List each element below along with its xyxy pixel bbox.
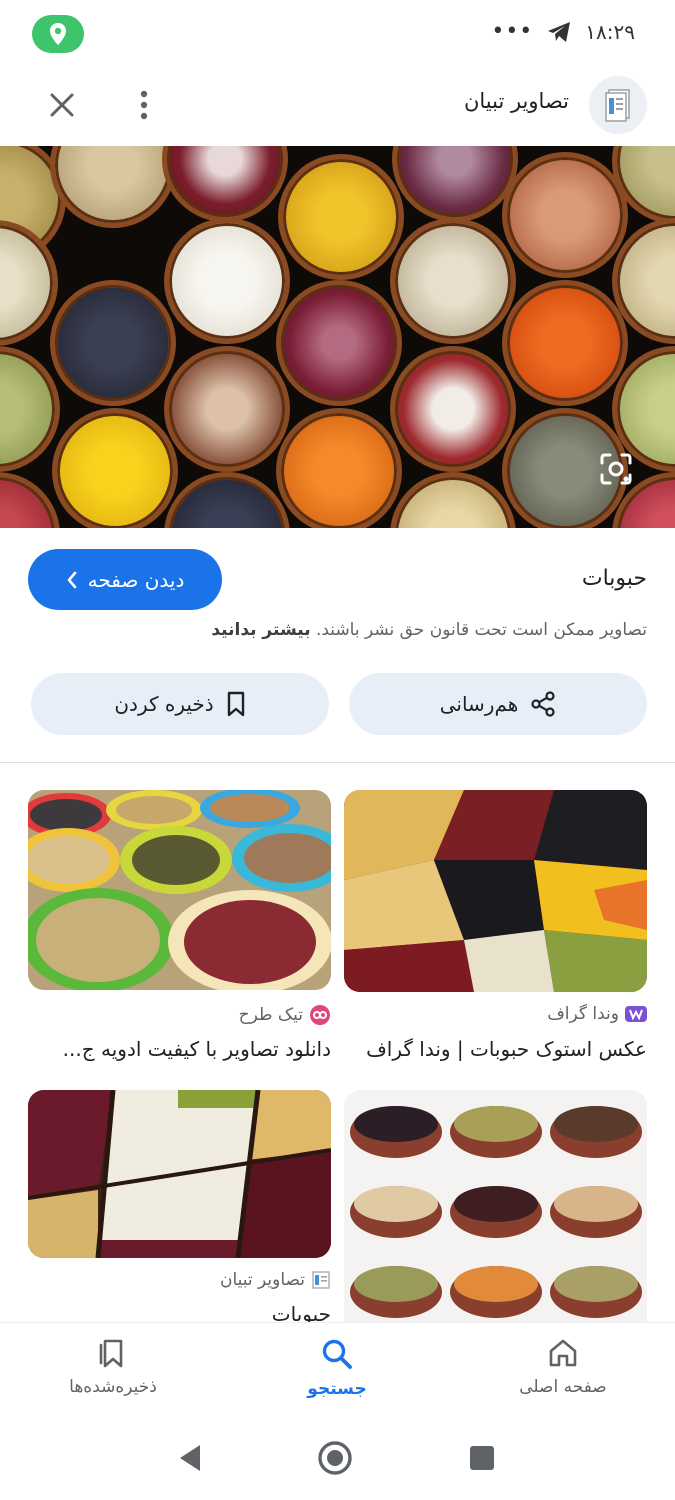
visit-page-label: دیدن صفحه bbox=[87, 567, 185, 592]
viewer-header: تصاویر تبیان bbox=[0, 64, 675, 146]
related-source-label: تیک طرح bbox=[238, 1005, 303, 1025]
related-image-2[interactable] bbox=[28, 790, 331, 990]
colorful-bowls-image bbox=[28, 790, 331, 990]
bowl bbox=[50, 280, 176, 406]
learn-more-link[interactable]: بیشتر بدانید bbox=[211, 620, 310, 640]
bowl bbox=[390, 472, 516, 528]
bowls-on-white-image bbox=[344, 1090, 647, 1322]
image-title: حبوبات bbox=[581, 566, 647, 591]
visit-page-button[interactable]: دیدن صفحه bbox=[28, 549, 222, 610]
related-image-1[interactable] bbox=[344, 790, 647, 992]
bowl bbox=[390, 346, 516, 472]
bowl bbox=[164, 472, 290, 528]
bowl bbox=[278, 154, 404, 280]
related-source-2[interactable]: تیک طرح bbox=[239, 1004, 331, 1026]
search-icon bbox=[322, 1339, 352, 1369]
mixed-legumes-image bbox=[344, 790, 647, 992]
related-source-label: وندا گراف bbox=[547, 1004, 619, 1024]
share-button[interactable]: هم‌رسانی bbox=[349, 673, 647, 735]
save-label: ذخیره کردن bbox=[114, 692, 214, 716]
bowl bbox=[0, 472, 60, 528]
telegram-icon bbox=[548, 22, 571, 42]
status-bar: ••• ۱۸:۲۹ bbox=[0, 0, 675, 64]
bowl bbox=[164, 346, 290, 472]
close-button[interactable] bbox=[42, 85, 82, 125]
nav-home[interactable]: صفحه اصلی bbox=[478, 1337, 648, 1397]
related-image-4[interactable] bbox=[28, 1090, 331, 1258]
back-icon[interactable] bbox=[176, 1442, 204, 1474]
document-favicon-icon bbox=[312, 1271, 330, 1289]
bowl bbox=[52, 408, 178, 528]
location-indicator bbox=[32, 15, 84, 53]
home-circle-icon[interactable] bbox=[317, 1440, 353, 1476]
copyright-text: تصاویر ممکن است تحت قانون حق نشر باشند. bbox=[315, 620, 647, 640]
site-name[interactable]: تصاویر تبیان bbox=[464, 89, 569, 113]
lens-search-button[interactable] bbox=[595, 448, 637, 490]
bowl bbox=[392, 146, 518, 222]
beans-in-tray-image bbox=[28, 1090, 331, 1258]
nav-saved[interactable]: ذخیره‌شده‌ها bbox=[28, 1337, 198, 1397]
nav-search[interactable]: جستجو bbox=[252, 1337, 422, 1399]
more-options-button[interactable] bbox=[124, 85, 164, 125]
bowl bbox=[390, 218, 516, 344]
chevron-left-icon bbox=[67, 571, 76, 588]
share-label: هم‌رسانی bbox=[439, 692, 519, 716]
bowl bbox=[164, 218, 290, 344]
more-vert-icon bbox=[140, 90, 148, 120]
save-button[interactable]: ذخیره کردن bbox=[31, 673, 329, 735]
share-icon bbox=[531, 691, 555, 717]
status-right: ••• ۱۸:۲۹ bbox=[491, 18, 635, 46]
related-title-1[interactable]: عکس استوک حبوبات | وندا گراف bbox=[344, 1037, 647, 1061]
nav-home-label: صفحه اصلی bbox=[519, 1377, 607, 1397]
system-navigation-bar bbox=[0, 1422, 675, 1500]
related-image-3[interactable] bbox=[344, 1090, 647, 1322]
lens-icon bbox=[600, 453, 632, 485]
bowl bbox=[0, 346, 60, 472]
nav-search-label: جستجو bbox=[307, 1379, 367, 1399]
bottom-navigation: صفحه اصلی جستجو ذخیره‌شده‌ها bbox=[0, 1322, 675, 1422]
close-icon bbox=[50, 93, 74, 117]
document-favicon-icon bbox=[605, 89, 630, 122]
nav-saved-label: ذخیره‌شده‌ها bbox=[69, 1377, 157, 1397]
related-source-4[interactable]: تصاویر تبیان bbox=[220, 1270, 331, 1290]
related-source-1[interactable]: وندا گراف bbox=[547, 1004, 647, 1024]
related-title-2[interactable]: دانلود تصاویر با کیفیت ادویه ج... bbox=[28, 1037, 331, 1061]
bowl bbox=[162, 146, 288, 222]
bowl bbox=[276, 408, 402, 528]
bookmark-icon bbox=[227, 691, 244, 717]
recents-icon[interactable] bbox=[468, 1444, 496, 1472]
vandagraph-logo-icon bbox=[625, 1006, 647, 1022]
home-icon bbox=[549, 1339, 577, 1367]
copyright-notice: تصاویر ممکن است تحت قانون حق نشر باشند. … bbox=[211, 620, 647, 640]
related-title-4[interactable]: حبوبات bbox=[28, 1302, 331, 1322]
notification-dots: ••• bbox=[491, 19, 534, 44]
location-pin-icon bbox=[50, 23, 66, 45]
divider bbox=[0, 762, 675, 763]
bowl bbox=[502, 152, 628, 278]
site-favicon[interactable] bbox=[589, 76, 647, 134]
bowl bbox=[502, 280, 628, 406]
saved-collections-icon bbox=[99, 1339, 123, 1368]
tiktarh-logo-icon bbox=[310, 1005, 330, 1025]
related-source-label: تصاویر تبیان bbox=[219, 1270, 305, 1290]
main-image[interactable] bbox=[0, 146, 675, 528]
bowl bbox=[50, 146, 176, 228]
bowl bbox=[276, 280, 402, 406]
clock: ۱۸:۲۹ bbox=[585, 20, 635, 44]
